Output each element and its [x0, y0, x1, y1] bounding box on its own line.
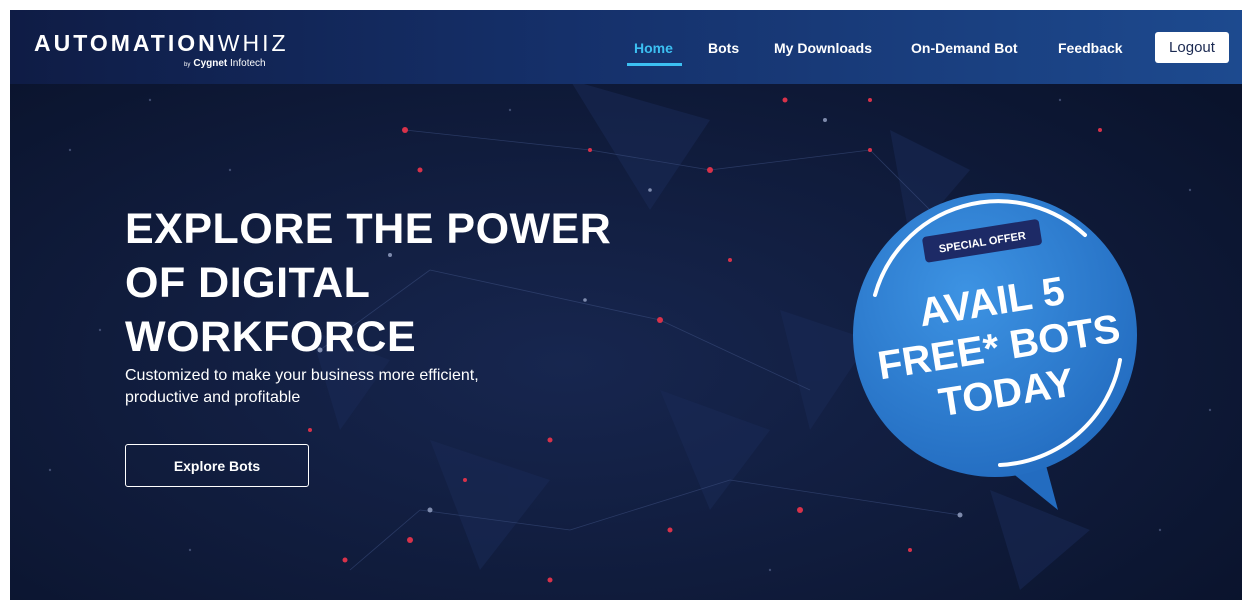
nav-feedback[interactable]: Feedback: [1058, 40, 1123, 56]
nav-active-indicator: [627, 63, 682, 66]
nav-home[interactable]: Home: [634, 40, 673, 56]
hero-title-line: OF DIGITAL: [125, 259, 371, 307]
nav-bots[interactable]: Bots: [708, 40, 739, 56]
special-offer-badge-icon[interactable]: SPECIAL OFFER AVAIL 5 FREE* BOTS TODAY: [830, 165, 1160, 525]
app-window: AUTOMATIONWHIZ by Cygnet Infotech Home Bo…: [10, 10, 1242, 600]
hero-subtitle-line: productive and profitable: [125, 389, 301, 406]
brand-wordmark: AUTOMATIONWHIZ: [34, 30, 289, 56]
brand-tagline: by Cygnet Infotech: [184, 58, 266, 69]
hero-title: EXPLORE THE POWER OF DIGITAL WORKFORCE: [125, 202, 645, 364]
brand-logo[interactable]: AUTOMATIONWHIZ by Cygnet Infotech: [34, 30, 289, 69]
top-navbar: AUTOMATIONWHIZ by Cygnet Infotech Home Bo…: [10, 10, 1242, 84]
nav-my-downloads[interactable]: My Downloads: [774, 40, 872, 56]
nav-on-demand-bot[interactable]: On-Demand Bot: [911, 40, 1018, 56]
hero-title-line: WORKFORCE: [125, 313, 417, 361]
explore-bots-button[interactable]: Explore Bots: [125, 444, 309, 487]
logout-button[interactable]: Logout: [1155, 32, 1229, 63]
hero-title-line: EXPLORE THE POWER: [125, 205, 612, 253]
hero-subtitle: Customized to make your business more ef…: [125, 365, 595, 409]
hero-subtitle-line: Customized to make your business more ef…: [125, 367, 479, 384]
